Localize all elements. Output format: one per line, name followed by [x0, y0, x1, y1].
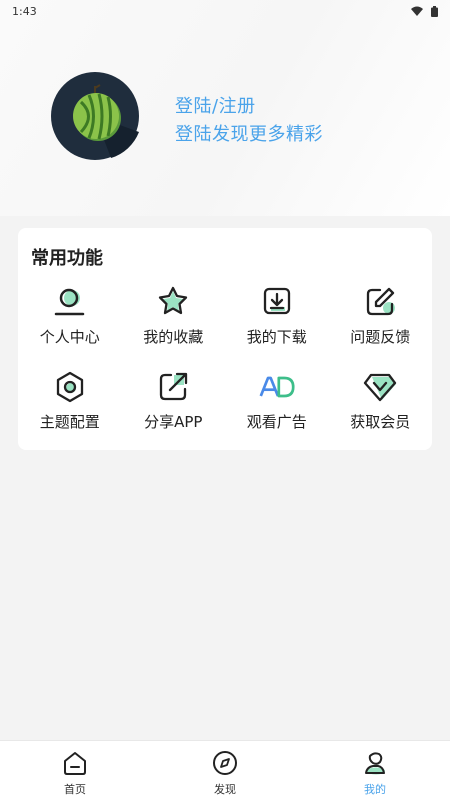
function-item-watch-ads[interactable]: 观看广告 — [225, 369, 329, 432]
tab-label: 发现 — [214, 783, 236, 796]
function-item-personal-center[interactable]: 个人中心 — [18, 284, 122, 347]
wifi-icon — [411, 6, 423, 16]
function-label: 观看广告 — [246, 413, 307, 431]
theme-icon — [52, 369, 88, 405]
function-label: 主题配置 — [39, 413, 100, 431]
star-icon — [155, 284, 191, 320]
status-icons — [411, 5, 438, 17]
function-item-downloads[interactable]: 我的下载 — [225, 284, 329, 347]
function-item-get-vip[interactable]: 获取会员 — [329, 369, 433, 432]
ad-icon — [259, 369, 295, 405]
function-item-favorites[interactable]: 我的收藏 — [122, 284, 226, 347]
download-icon — [259, 284, 295, 320]
home-icon — [61, 749, 89, 777]
function-label: 我的下载 — [246, 328, 307, 346]
avatar[interactable] — [51, 72, 139, 160]
tab-mine[interactable]: 我的 — [300, 741, 450, 801]
vip-icon — [362, 369, 398, 405]
status-time: 1:43 — [12, 4, 37, 18]
function-label: 个人中心 — [39, 328, 100, 346]
compass-icon — [211, 749, 239, 777]
watermelon-avatar-icon — [51, 72, 139, 160]
function-label: 获取会员 — [350, 413, 411, 431]
login-register-link[interactable]: 登陆/注册 — [175, 92, 256, 118]
card-title: 常用功能 — [31, 248, 103, 269]
function-item-theme-config[interactable]: 主题配置 — [18, 369, 122, 432]
tab-label: 我的 — [364, 783, 386, 796]
function-item-feedback[interactable]: 问题反馈 — [329, 284, 433, 347]
feedback-icon — [362, 284, 398, 320]
login-subtitle[interactable]: 登陆发现更多精彩 — [175, 120, 323, 146]
bottom-tab-bar: 首页 发现 我的 — [0, 740, 450, 801]
tab-label: 首页 — [64, 783, 86, 796]
function-grid: 个人中心 我的收藏 我的下载 问题反馈 主题配置 分享APP 观看广告 获取会员 — [18, 284, 432, 432]
function-label: 分享APP — [144, 413, 203, 431]
function-label: 我的收藏 — [143, 328, 204, 346]
tab-discover[interactable]: 发现 — [150, 741, 300, 801]
function-label: 问题反馈 — [350, 328, 411, 346]
common-functions-card: 常用功能 个人中心 我的收藏 我的下载 问题反馈 主题配置 分享APP 观看广告… — [18, 228, 432, 450]
profile-icon — [361, 749, 389, 777]
profile-header: 登陆/注册 登陆发现更多精彩 — [0, 0, 450, 216]
function-item-share-app[interactable]: 分享APP — [122, 369, 226, 432]
status-bar: 1:43 — [0, 0, 450, 22]
battery-icon — [431, 5, 438, 17]
tab-home[interactable]: 首页 — [0, 741, 150, 801]
person-icon — [52, 284, 88, 320]
share-icon — [155, 369, 191, 405]
